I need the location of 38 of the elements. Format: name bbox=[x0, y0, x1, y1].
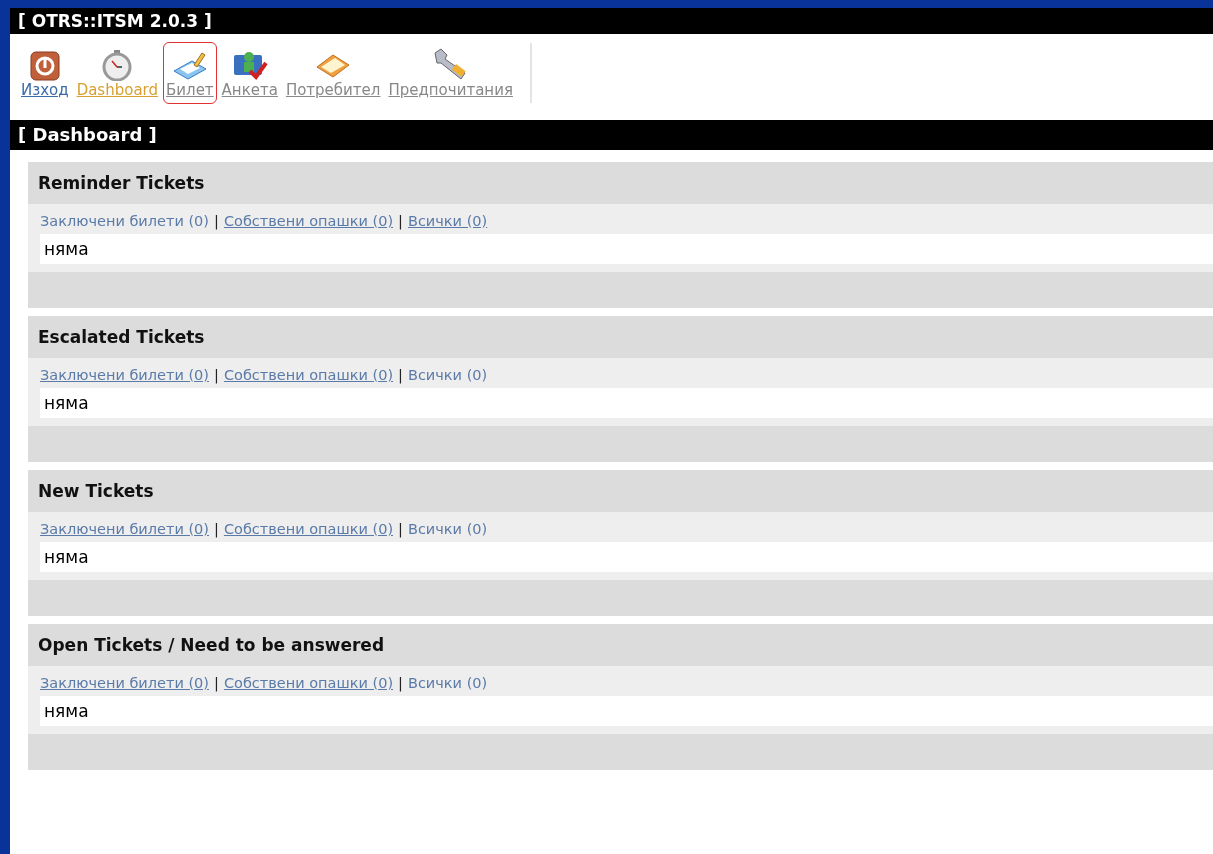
filter-link[interactable]: Собствени опашки (0) bbox=[223, 521, 394, 537]
panel-title: New Tickets bbox=[28, 470, 1213, 512]
separator-text: | bbox=[398, 521, 403, 537]
separator-text: | bbox=[398, 675, 403, 691]
filter-link[interactable]: Собствени опашки (0) bbox=[223, 367, 394, 383]
page-title: [ Dashboard ] bbox=[10, 120, 1213, 150]
filter-link[interactable]: Всички (0) bbox=[407, 367, 488, 383]
empty-message: няма bbox=[40, 542, 1213, 572]
separator-text: | bbox=[214, 521, 219, 537]
people-check-icon bbox=[231, 49, 268, 81]
filter-link[interactable]: Всички (0) bbox=[407, 675, 488, 691]
nav-link[interactable]: Предпочитания bbox=[385, 42, 516, 104]
filter-link[interactable]: Собствени опашки (0) bbox=[223, 213, 394, 229]
nav-link[interactable]: Анкета bbox=[218, 42, 281, 104]
empty-message: няма bbox=[40, 234, 1213, 264]
separator-text: | bbox=[214, 213, 219, 229]
nav-link[interactable]: Изход bbox=[18, 42, 72, 104]
empty-message: няма bbox=[40, 696, 1213, 726]
panel-title: Reminder Tickets bbox=[28, 162, 1213, 204]
filter-link[interactable]: Заключени билети (0) bbox=[40, 367, 209, 383]
filter-link[interactable]: Заключени билети (0) bbox=[40, 521, 209, 537]
filter-link[interactable]: Всички (0) bbox=[407, 213, 488, 229]
nav-link[interactable]: Билет bbox=[163, 42, 217, 104]
nav-link[interactable]: Dashboard bbox=[73, 42, 161, 104]
filter-link[interactable]: Собствени опашки (0) bbox=[223, 675, 394, 691]
separator-text: | bbox=[214, 675, 219, 691]
empty-message: няма bbox=[40, 388, 1213, 418]
app-title: [ OTRS::ITSM 2.0.3 ] bbox=[10, 8, 1213, 34]
filter-link[interactable]: Всички (0) bbox=[407, 521, 488, 537]
separator-text: | bbox=[398, 213, 403, 229]
filter-link[interactable]: Заключени билети (0) bbox=[40, 213, 209, 229]
separator-text: | bbox=[398, 367, 403, 383]
separator-text: | bbox=[214, 367, 219, 383]
nav-link[interactable]: Потребител bbox=[282, 42, 384, 104]
panel-title: Escalated Tickets bbox=[28, 316, 1213, 358]
power-icon bbox=[29, 51, 60, 81]
filter-link[interactable]: Заключени билети (0) bbox=[40, 675, 209, 691]
panel-title: Open Tickets / Need to be answered bbox=[28, 624, 1213, 666]
